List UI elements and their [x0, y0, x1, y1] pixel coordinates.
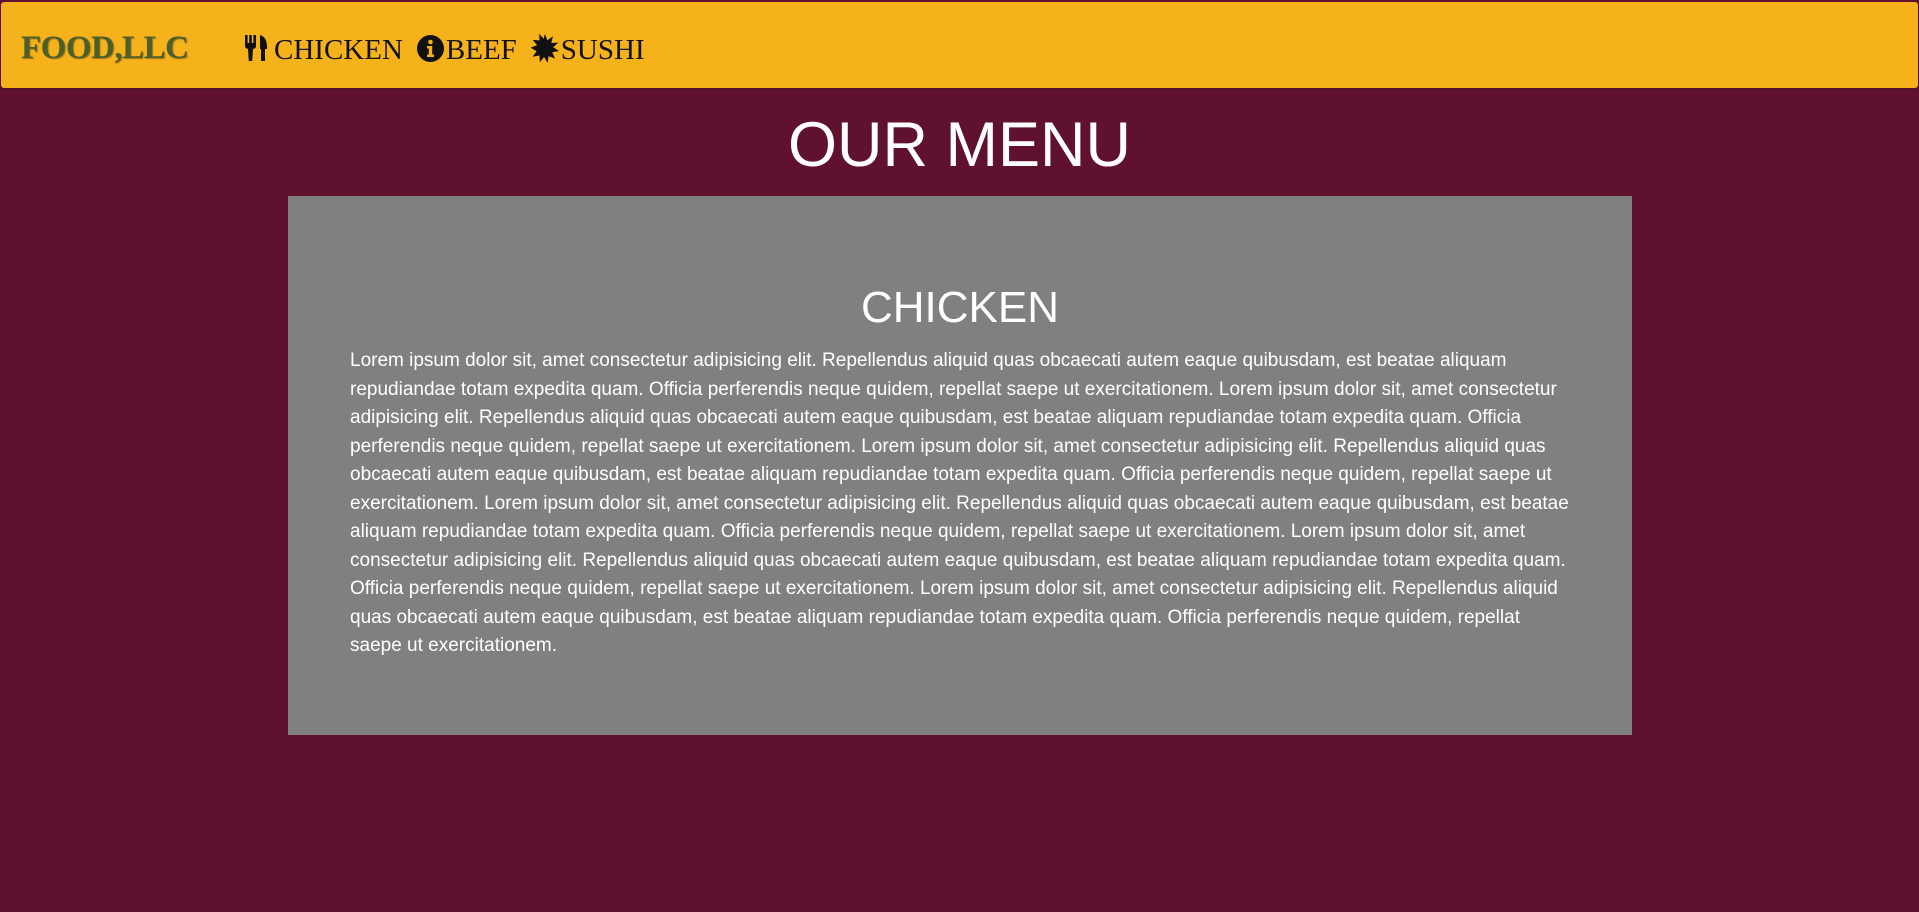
nav-links: CHICKEN BEEF SUSHI: [243, 33, 658, 66]
nav-link-sushi-label: SUSHI: [560, 34, 645, 66]
nav-link-beef[interactable]: BEEF: [416, 34, 517, 66]
nav-link-beef-label: BEEF: [445, 34, 517, 66]
info-circle-icon: [416, 34, 445, 63]
section-title: CHICKEN: [860, 283, 1060, 332]
nav-link-chicken[interactable]: CHICKEN: [243, 35, 403, 65]
utensils-icon: [243, 33, 273, 63]
brand-logo-link[interactable]: FOOD,LLC: [21, 32, 189, 65]
navbar: FOOD,LLC CHICKEN BEEF SUSHI: [1, 2, 1918, 88]
nav-link-sushi[interactable]: SUSHI: [530, 33, 645, 66]
starburst-icon: [530, 33, 560, 63]
nav-link-chicken-label: CHICKEN: [274, 34, 403, 66]
section-description: Lorem ipsum dolor sit, amet consectetur …: [350, 350, 1569, 656]
menu-section-card: CHICKEN Lorem ipsum dolor sit, amet cons…: [288, 196, 1632, 735]
page-title: OUR MENU: [788, 110, 1131, 180]
